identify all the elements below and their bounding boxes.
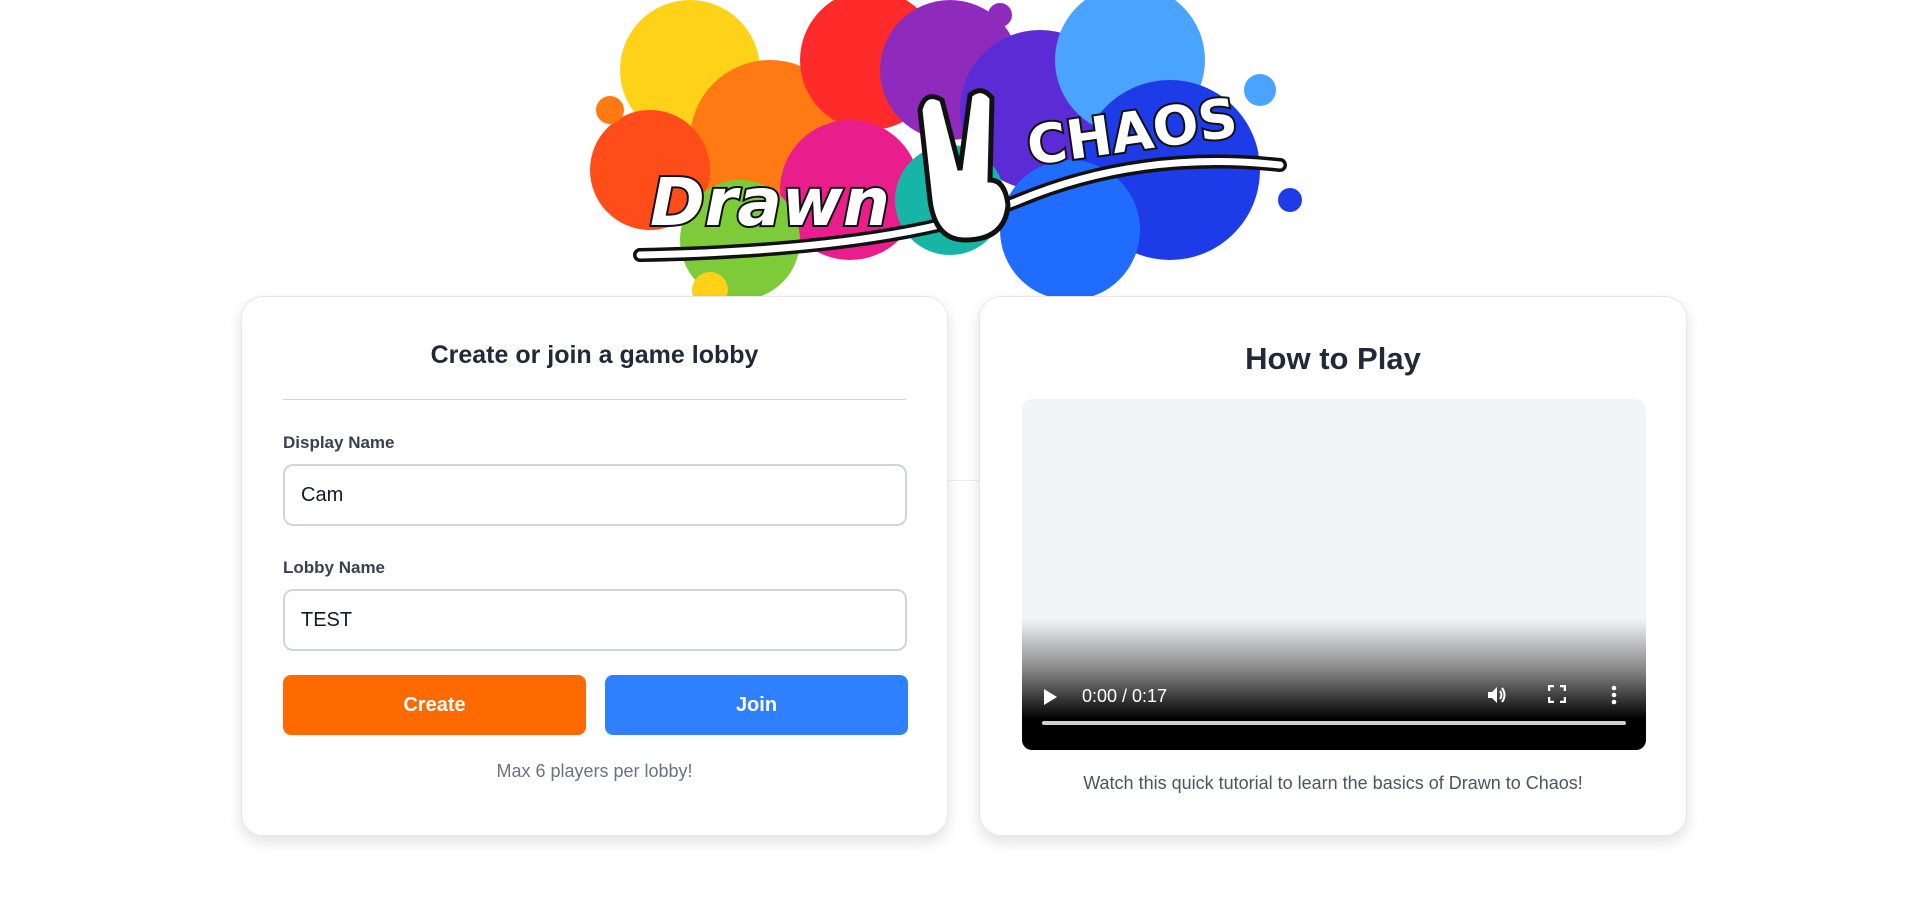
divider-line xyxy=(948,480,979,481)
max-players-hint: Max 6 players per lobby! xyxy=(496,761,693,781)
lobby-name-input[interactable] xyxy=(283,589,907,651)
title-divider xyxy=(283,399,906,400)
more-vert-icon[interactable] xyxy=(1611,685,1617,709)
video-time: 0:00 / 0:17 xyxy=(1082,686,1168,706)
lobby-card-title: Create or join a game lobby xyxy=(430,341,759,369)
fullscreen-icon[interactable] xyxy=(1547,684,1567,707)
lobby-card: Create or join a game lobby Display Name… xyxy=(241,296,948,836)
display-name-label: Display Name xyxy=(283,433,395,452)
how-to-play-title: How to Play xyxy=(1245,341,1421,376)
volume-icon[interactable] xyxy=(1486,685,1508,709)
logo-word-drawn: Drawn xyxy=(650,164,890,241)
video-progress-bar[interactable] xyxy=(1042,721,1626,725)
tutorial-video[interactable]: 0:00 / 0:17 xyxy=(1022,399,1646,750)
create-button[interactable]: Create xyxy=(283,675,586,735)
display-name-input[interactable] xyxy=(283,464,907,526)
lobby-name-label: Lobby Name xyxy=(283,558,386,577)
video-caption: Watch this quick tutorial to learn the b… xyxy=(1083,773,1583,793)
play-icon[interactable] xyxy=(1044,689,1057,705)
join-button[interactable]: Join xyxy=(605,675,908,735)
how-to-play-card: How to Play 0:00 / 0:17 Watch this quick… xyxy=(979,296,1687,836)
